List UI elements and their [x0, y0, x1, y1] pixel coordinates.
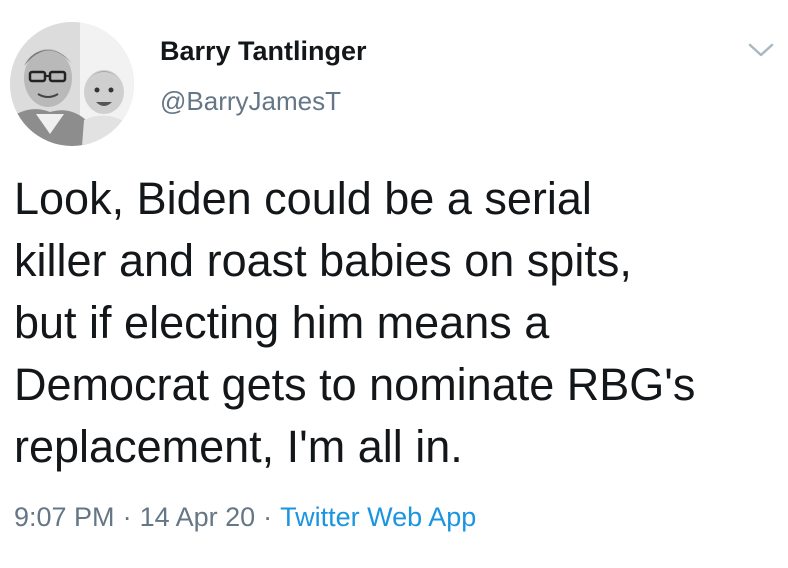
tweet-metadata: 9:07 PM · 14 Apr 20 · Twitter Web App: [14, 502, 476, 533]
chevron-down-icon[interactable]: [746, 40, 776, 60]
tweet-date[interactable]: 14 Apr 20: [140, 502, 256, 532]
separator: ·: [122, 502, 132, 532]
tweet-source-link[interactable]: Twitter Web App: [280, 502, 476, 532]
avatar[interactable]: [10, 22, 134, 146]
tweet-time[interactable]: 9:07 PM: [14, 502, 115, 532]
author-handle[interactable]: @BarryJamesT: [160, 86, 341, 117]
tweet-card: Barry Tantlinger @BarryJamesT Look, Bide…: [0, 0, 788, 568]
avatar-photo: [10, 22, 134, 146]
tweet-text: Look, Biden could be a serial killer and…: [14, 173, 696, 472]
author-name[interactable]: Barry Tantlinger: [160, 36, 367, 67]
separator: ·: [263, 502, 273, 532]
